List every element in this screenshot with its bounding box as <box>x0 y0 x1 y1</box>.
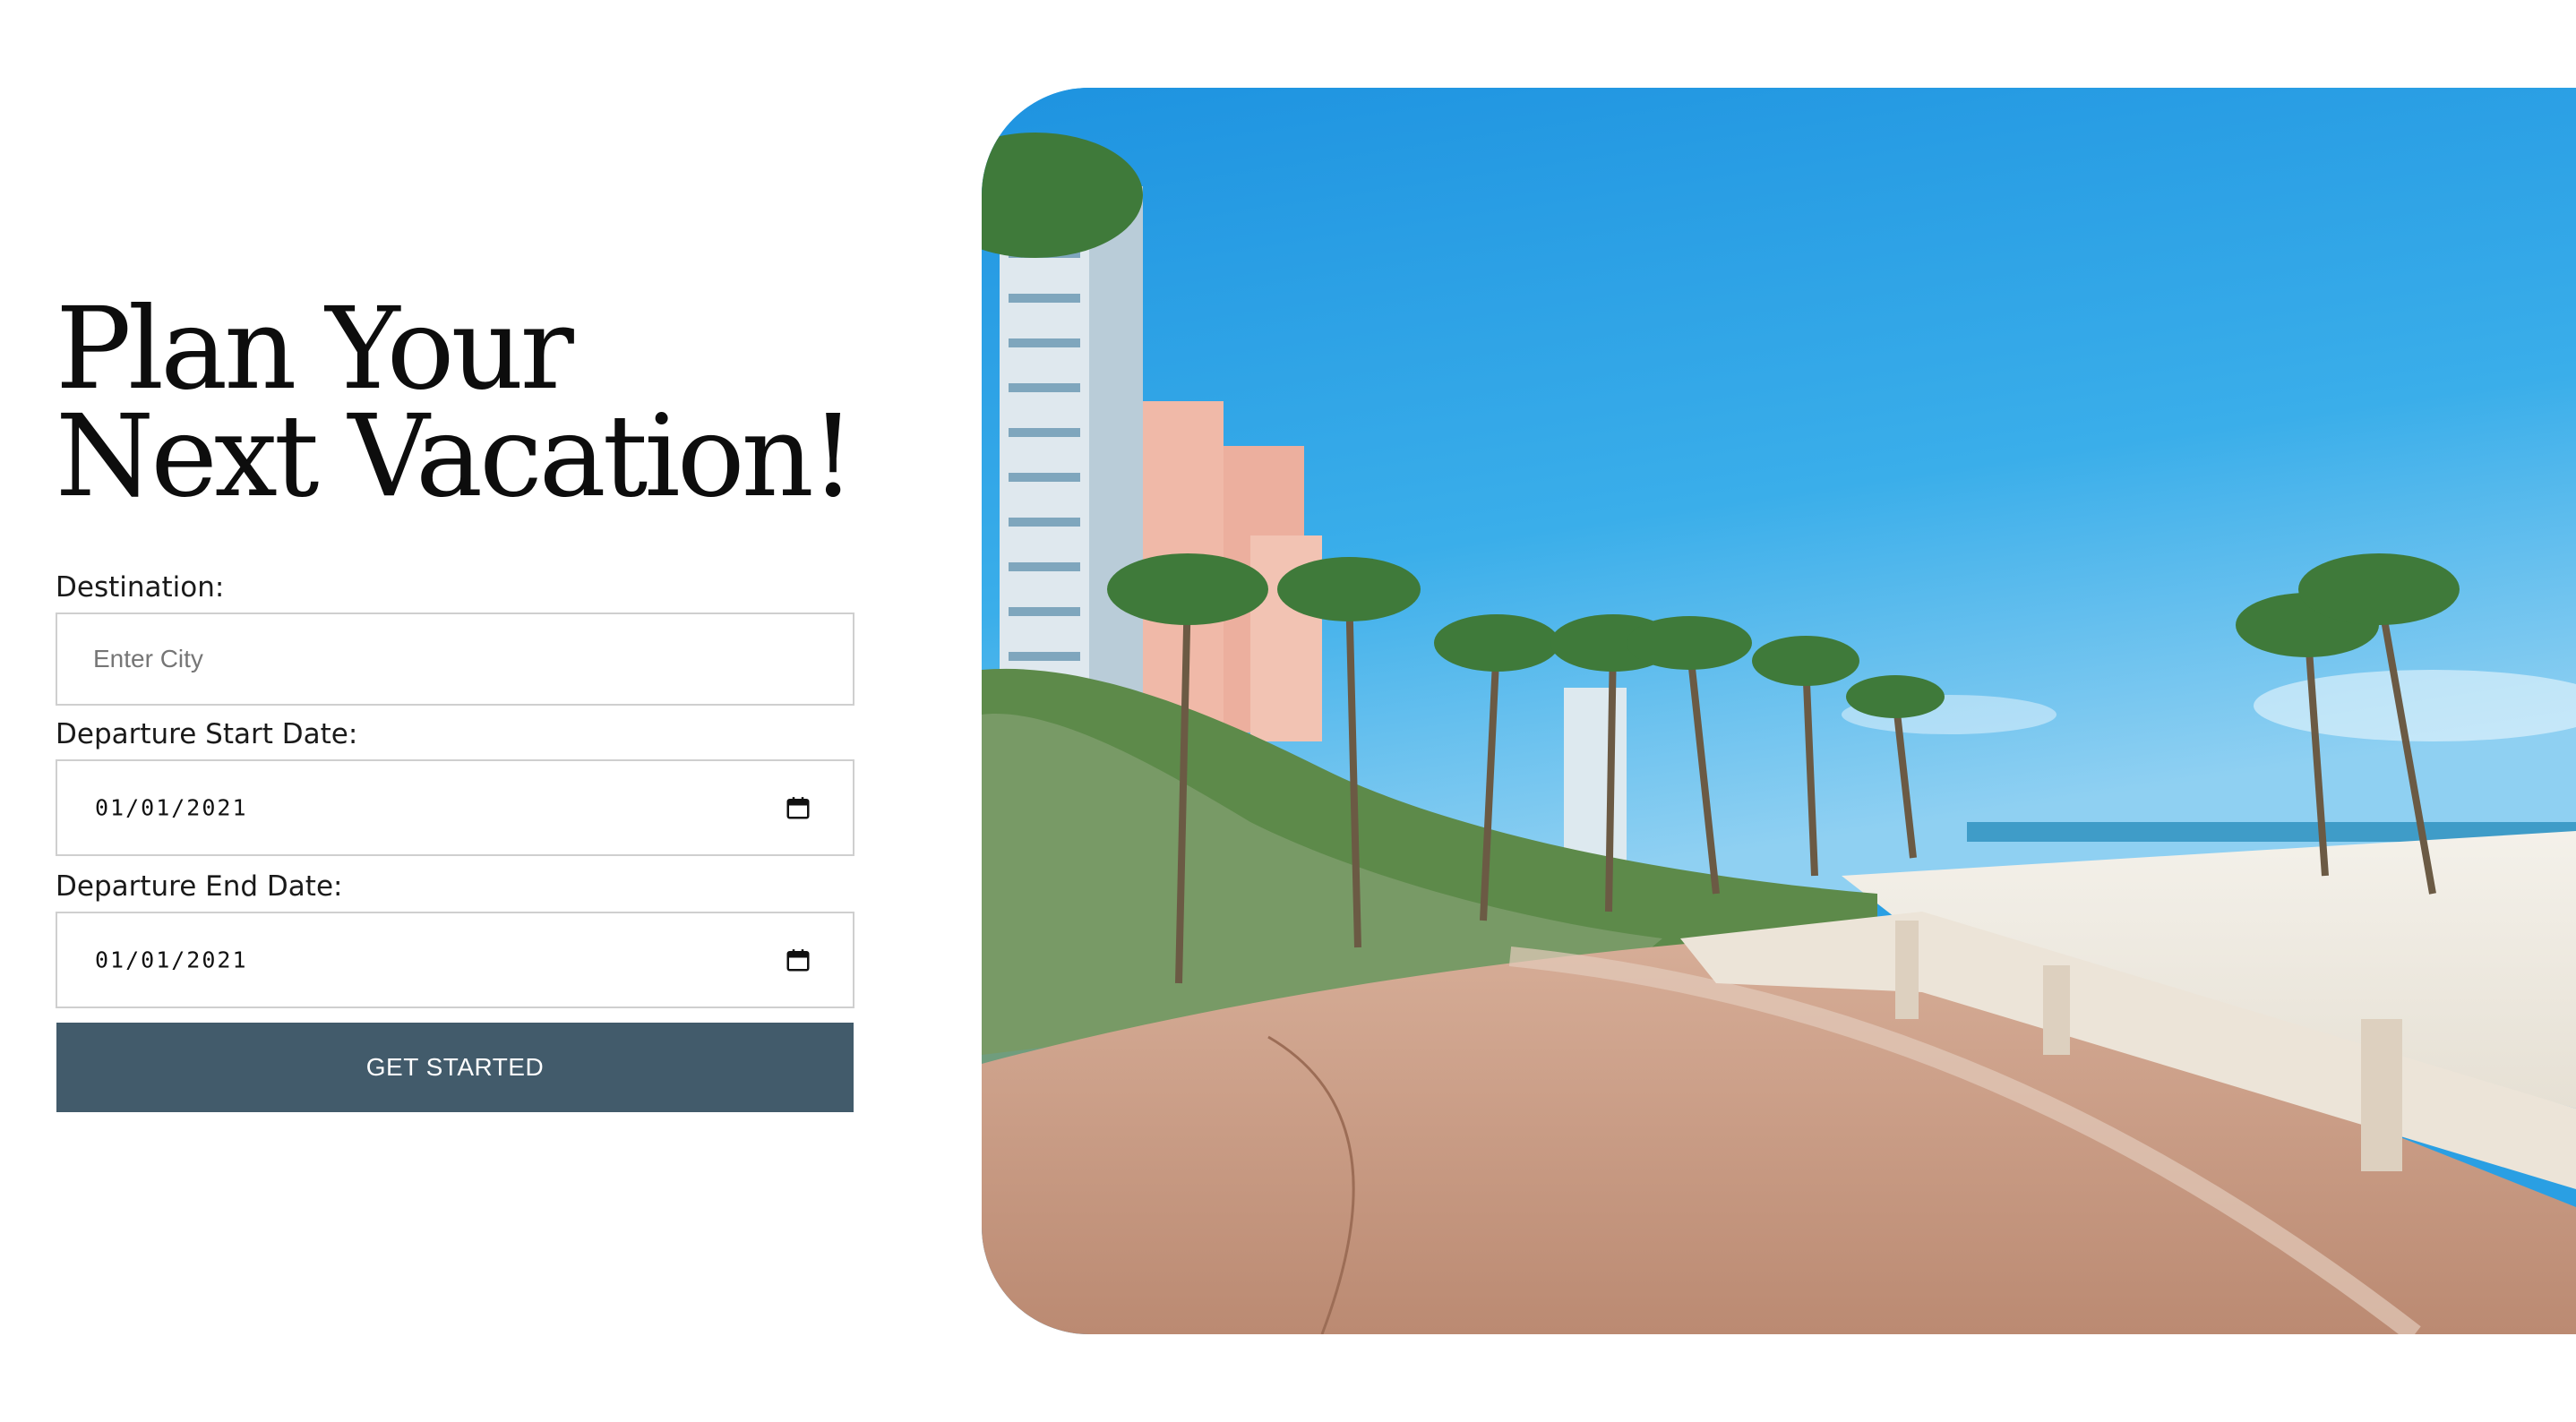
hero-scene <box>982 88 2576 1334</box>
start-date-label: Departure Start Date: <box>56 718 358 750</box>
calendar-icon[interactable] <box>785 947 811 973</box>
page-title: Plan Your Next Vacation! <box>56 283 855 522</box>
calendar-icon-glyph <box>786 949 810 972</box>
end-date-input[interactable]: 01/01/2021 <box>56 912 854 1008</box>
page-title-line-2: Next Vacation! <box>56 390 855 522</box>
vacation-form: Destination: Departure Start Date: 01/01… <box>56 571 854 1112</box>
beach-boardwalk-photo <box>982 88 2576 1334</box>
get-started-button[interactable]: GET STARTED <box>56 1023 854 1112</box>
end-date-value: 01/01/2021 <box>95 947 248 973</box>
end-date-label: Departure End Date: <box>56 870 343 903</box>
destination-label: Destination: <box>56 571 225 604</box>
start-date-value: 01/01/2021 <box>95 794 248 821</box>
calendar-icon-glyph <box>786 797 810 819</box>
page-title-line-1: Plan Your <box>56 283 574 415</box>
destination-input[interactable] <box>57 614 853 704</box>
calendar-icon[interactable] <box>785 794 811 821</box>
destination-field-wrapper <box>56 612 854 706</box>
vacation-form-panel: Plan Your Next Vacation! Destination: De… <box>56 283 855 1112</box>
start-date-input[interactable]: 01/01/2021 <box>56 759 854 856</box>
